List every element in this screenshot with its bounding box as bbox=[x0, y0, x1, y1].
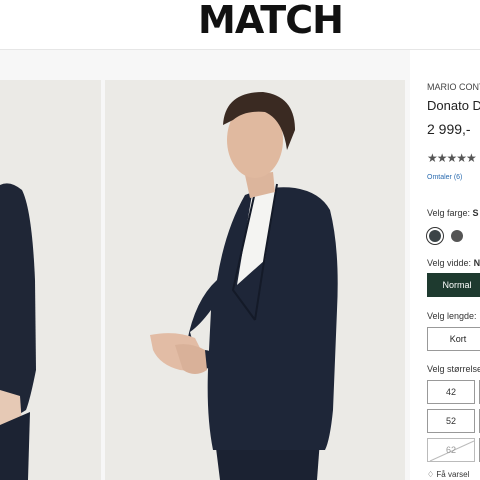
length-option-kort[interactable]: Kort bbox=[427, 327, 480, 351]
rating-stars-icon: ★★★★★ bbox=[427, 151, 477, 165]
product-image-secondary[interactable] bbox=[0, 80, 101, 480]
match-logo[interactable]: MATCH bbox=[198, 0, 344, 40]
bell-icon: ♢ bbox=[427, 470, 435, 479]
color-swatch-selected[interactable] bbox=[429, 230, 441, 242]
width-label-text: Velg vidde: bbox=[427, 258, 472, 268]
width-value: N bbox=[473, 258, 480, 268]
product-price: 2 999,- bbox=[427, 121, 471, 137]
size-option-62-soldout[interactable]: 62 bbox=[427, 438, 475, 462]
product-image-main[interactable] bbox=[105, 80, 405, 480]
product-info-panel: MARIO CONTI Donato D 2 999,- ★★★★★ Omtal… bbox=[410, 50, 480, 480]
product-name: Donato D bbox=[427, 98, 480, 113]
color-value: S bbox=[472, 208, 479, 218]
width-label: Velg vidde: N bbox=[427, 258, 480, 268]
size-option-42[interactable]: 42 bbox=[427, 380, 475, 404]
reviews-link[interactable]: Omtaler (6) bbox=[427, 174, 462, 181]
model-suit-image bbox=[105, 80, 405, 480]
size-option-52[interactable]: 52 bbox=[427, 409, 475, 433]
size-label: Velg størrelse bbox=[427, 364, 480, 374]
color-label: Velg farge: S bbox=[427, 208, 479, 218]
site-header: MATCH bbox=[0, 0, 480, 50]
color-label-text: Velg farge: bbox=[427, 208, 471, 218]
product-brand[interactable]: MARIO CONTI bbox=[427, 82, 480, 92]
notify-text: Få varsel bbox=[436, 470, 470, 479]
length-label: Velg lengde: bbox=[427, 311, 477, 321]
color-swatch[interactable] bbox=[451, 230, 463, 242]
width-option-normal[interactable]: Normal bbox=[427, 273, 480, 297]
size-62-text: 62 bbox=[445, 445, 456, 455]
model-side-image bbox=[0, 80, 101, 480]
notify-link[interactable]: ♢ Få varsel bbox=[427, 470, 469, 479]
